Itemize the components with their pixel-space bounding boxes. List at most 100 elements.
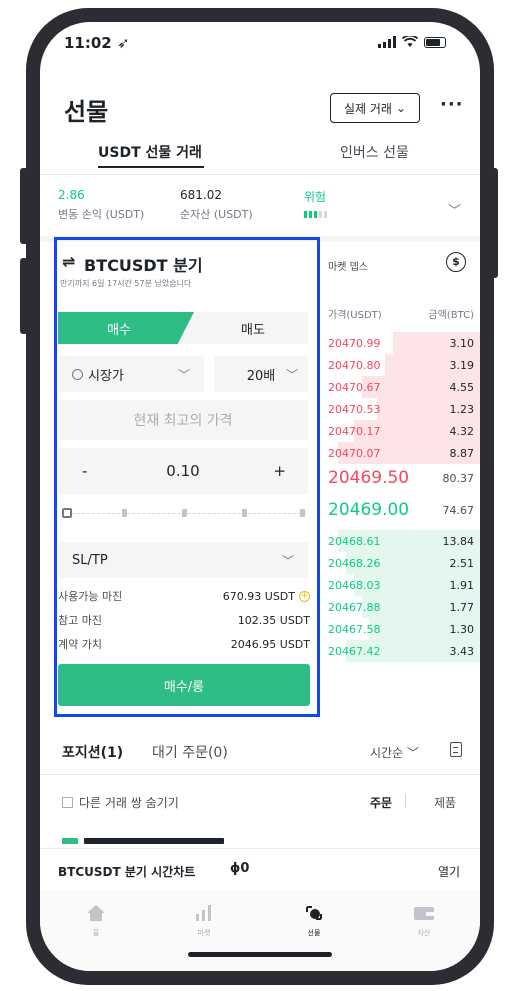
ask-price: 20470.80 — [328, 358, 381, 372]
nav-wallet[interactable]: 자산 — [394, 904, 454, 938]
amount-header: 금액(BTC) — [428, 310, 474, 321]
open-chart-button[interactable]: 열기 — [438, 863, 460, 880]
tab-inverse-futures[interactable]: 인버스 선물 — [340, 142, 409, 162]
nav-home-label: 홈 — [92, 929, 100, 937]
home-indicator — [188, 952, 332, 957]
orderbook-header: 가격(USDT) 금액(BTC) — [328, 306, 474, 321]
bid-amount: 2.51 — [449, 556, 475, 570]
active-tab-indicator — [98, 166, 204, 168]
best-bid-row[interactable]: 20469.00 74.67 — [328, 500, 474, 520]
ask-amount: 8.87 — [449, 446, 475, 460]
chart-icon: ɸ0 — [230, 861, 250, 876]
highlight-box — [54, 237, 320, 717]
nav-markets-label: 마켓 — [197, 929, 211, 937]
tab-pending-orders[interactable]: 대기 주문(0) — [152, 742, 228, 762]
trade-mode-label: 실제 거래 — [343, 101, 392, 116]
long-badge — [62, 838, 78, 844]
bottom-nav: 홈 마켓 선물 자산 — [40, 890, 480, 971]
ticker-chart-label: 시간차트 — [151, 865, 196, 879]
ask-price: 20470.99 — [328, 336, 381, 350]
trade-mode-select[interactable]: 실제 거래 ⌄ — [330, 93, 420, 123]
last-price-amount: 80.37 — [442, 471, 475, 485]
risk-summary: 위험 — [304, 188, 327, 218]
ask-amount: 3.19 — [449, 358, 475, 372]
bid-amount: 13.84 — [442, 534, 475, 548]
nav-home[interactable]: 홈 — [66, 904, 126, 938]
close-order-button[interactable]: 주문 — [370, 794, 392, 811]
battery-icon — [424, 36, 446, 48]
coin-icon[interactable]: $ — [446, 252, 466, 272]
more-options-button[interactable]: ··· — [440, 94, 464, 115]
hide-other-pairs-label: 다른 거래 쌍 숨기기 — [79, 796, 179, 810]
close-market-button[interactable]: 제품 — [434, 794, 456, 811]
risk-label: 위험 — [304, 190, 327, 204]
pnl-summary: 2.86 변동 손익 (USDT) — [58, 188, 144, 222]
ask-amount: 3.10 — [449, 336, 475, 350]
phone-frame: 11:02 ➶ 선물 실제 거래 ⌄ ··· USDT 선물 거래 인버스 선물… — [26, 8, 494, 985]
position-row-peek — [62, 838, 232, 844]
app-screen: 11:02 ➶ 선물 실제 거래 ⌄ ··· USDT 선물 거래 인버스 선물… — [40, 22, 480, 971]
bid-row[interactable]: 20468.03 1.91 — [328, 574, 480, 596]
nav-futures[interactable]: 선물 — [284, 904, 344, 938]
document-icon[interactable] — [450, 742, 462, 757]
best-bid-price: 20469.00 — [328, 500, 410, 520]
page-title: 선물 — [64, 98, 109, 126]
pnl-value: 2.86 — [58, 188, 85, 202]
hide-other-pairs-checkbox[interactable]: 다른 거래 쌍 숨기기 — [62, 794, 179, 811]
bid-amount: 1.91 — [449, 578, 475, 592]
bid-price: 20467.42 — [328, 644, 381, 658]
futures-icon — [306, 906, 322, 920]
position-title-peek — [84, 838, 224, 844]
ticker-pair-label: BTCUSDT 분기 — [58, 865, 147, 879]
ask-price: 20470.53 — [328, 402, 381, 416]
status-bar: 11:02 ➶ — [40, 22, 480, 66]
nav-wallet-label: 자산 — [417, 929, 431, 937]
expand-summary-chevron-icon[interactable]: ﹀ — [448, 200, 461, 219]
bid-price: 20468.03 — [328, 578, 381, 592]
home-icon — [87, 905, 105, 921]
divider — [40, 774, 480, 775]
ask-amount: 1.23 — [449, 402, 475, 416]
sort-select[interactable]: 시간순 ﹀ — [370, 744, 419, 761]
bid-amount: 1.30 — [449, 622, 475, 636]
bid-price: 20468.61 — [328, 534, 381, 548]
last-price: 20469.50 — [328, 468, 410, 488]
tab-positions[interactable]: 포지션(1) — [62, 742, 123, 762]
ask-row[interactable]: 20470.07 8.87 — [328, 442, 480, 464]
ticker-bar[interactable]: BTCUSDT 분기 시간차트 ɸ0 열기 — [40, 848, 480, 890]
ask-row[interactable]: 20470.53 1.23 — [328, 398, 480, 420]
ask-row[interactable]: 20470.99 3.10 — [328, 332, 480, 354]
status-icons — [378, 36, 446, 48]
bid-price: 20467.88 — [328, 600, 381, 614]
wallet-icon — [414, 907, 434, 920]
bid-price: 20468.26 — [328, 556, 381, 570]
pnl-label: 변동 손익 (USDT) — [58, 208, 145, 221]
bid-row[interactable]: 20467.58 1.30 — [328, 618, 480, 640]
bid-amount: 3.43 — [449, 644, 475, 658]
phone-side-button — [490, 168, 498, 278]
ask-amount: 4.32 — [449, 424, 475, 438]
ask-row[interactable]: 20470.80 3.19 — [328, 354, 480, 376]
wifi-icon — [402, 36, 418, 47]
ticker-pair: BTCUSDT 분기 시간차트 — [58, 863, 195, 880]
last-price-row[interactable]: 20469.50 80.37 — [328, 468, 474, 488]
ask-row[interactable]: 20470.17 4.32 — [328, 420, 480, 442]
best-bid-amount: 74.67 — [442, 503, 475, 517]
bid-row[interactable]: 20468.26 2.51 — [328, 552, 480, 574]
bid-row[interactable]: 20467.42 3.43 — [328, 640, 480, 662]
bid-row[interactable]: 20468.61 13.84 — [328, 530, 480, 552]
ask-row[interactable]: 20470.67 4.55 — [328, 376, 480, 398]
risk-meter — [304, 211, 327, 218]
markets-icon — [196, 905, 211, 921]
nav-futures-label: 선물 — [307, 929, 321, 937]
market-depth-label[interactable]: 마켓 뎁스 — [328, 258, 368, 273]
nav-markets[interactable]: 마켓 — [174, 904, 234, 938]
equity-label: 순자산 (USDT) — [180, 208, 253, 221]
tab-usdt-futures[interactable]: USDT 선물 거래 — [98, 142, 202, 162]
divider — [40, 174, 480, 175]
bid-row[interactable]: 20467.88 1.77 — [328, 596, 480, 618]
signal-icon — [378, 36, 396, 48]
checkbox-icon — [62, 797, 73, 808]
bid-amount: 1.77 — [449, 600, 475, 614]
price-header: 가격(USDT) — [328, 310, 382, 321]
